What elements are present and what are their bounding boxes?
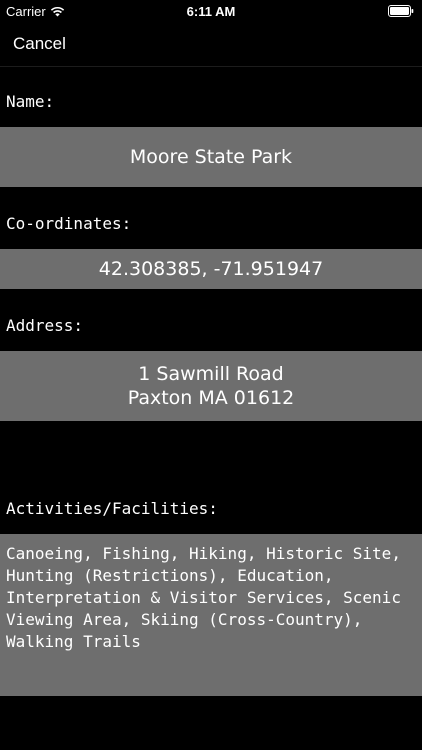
coordinates-label: Co-ordinates: <box>6 214 132 233</box>
status-time: 6:11 AM <box>186 4 236 19</box>
battery-icon <box>388 5 414 17</box>
coordinates-field[interactable]: 42.308385, -71.951947 <box>0 249 422 289</box>
name-field[interactable]: Moore State Park <box>0 127 422 187</box>
activities-label: Activities/Facilities: <box>6 499 218 518</box>
address-label: Address: <box>6 316 84 335</box>
navigation-bar: Cancel <box>0 22 422 67</box>
cancel-button[interactable]: Cancel <box>13 34 66 54</box>
activities-field[interactable]: Canoeing, Fishing, Hiking, Historic Site… <box>0 534 422 696</box>
status-bar: Carrier 6:11 AM <box>0 0 422 22</box>
address-field[interactable]: 1 Sawmill Road Paxton MA 01612 <box>0 351 422 421</box>
name-label: Name: <box>6 92 55 111</box>
